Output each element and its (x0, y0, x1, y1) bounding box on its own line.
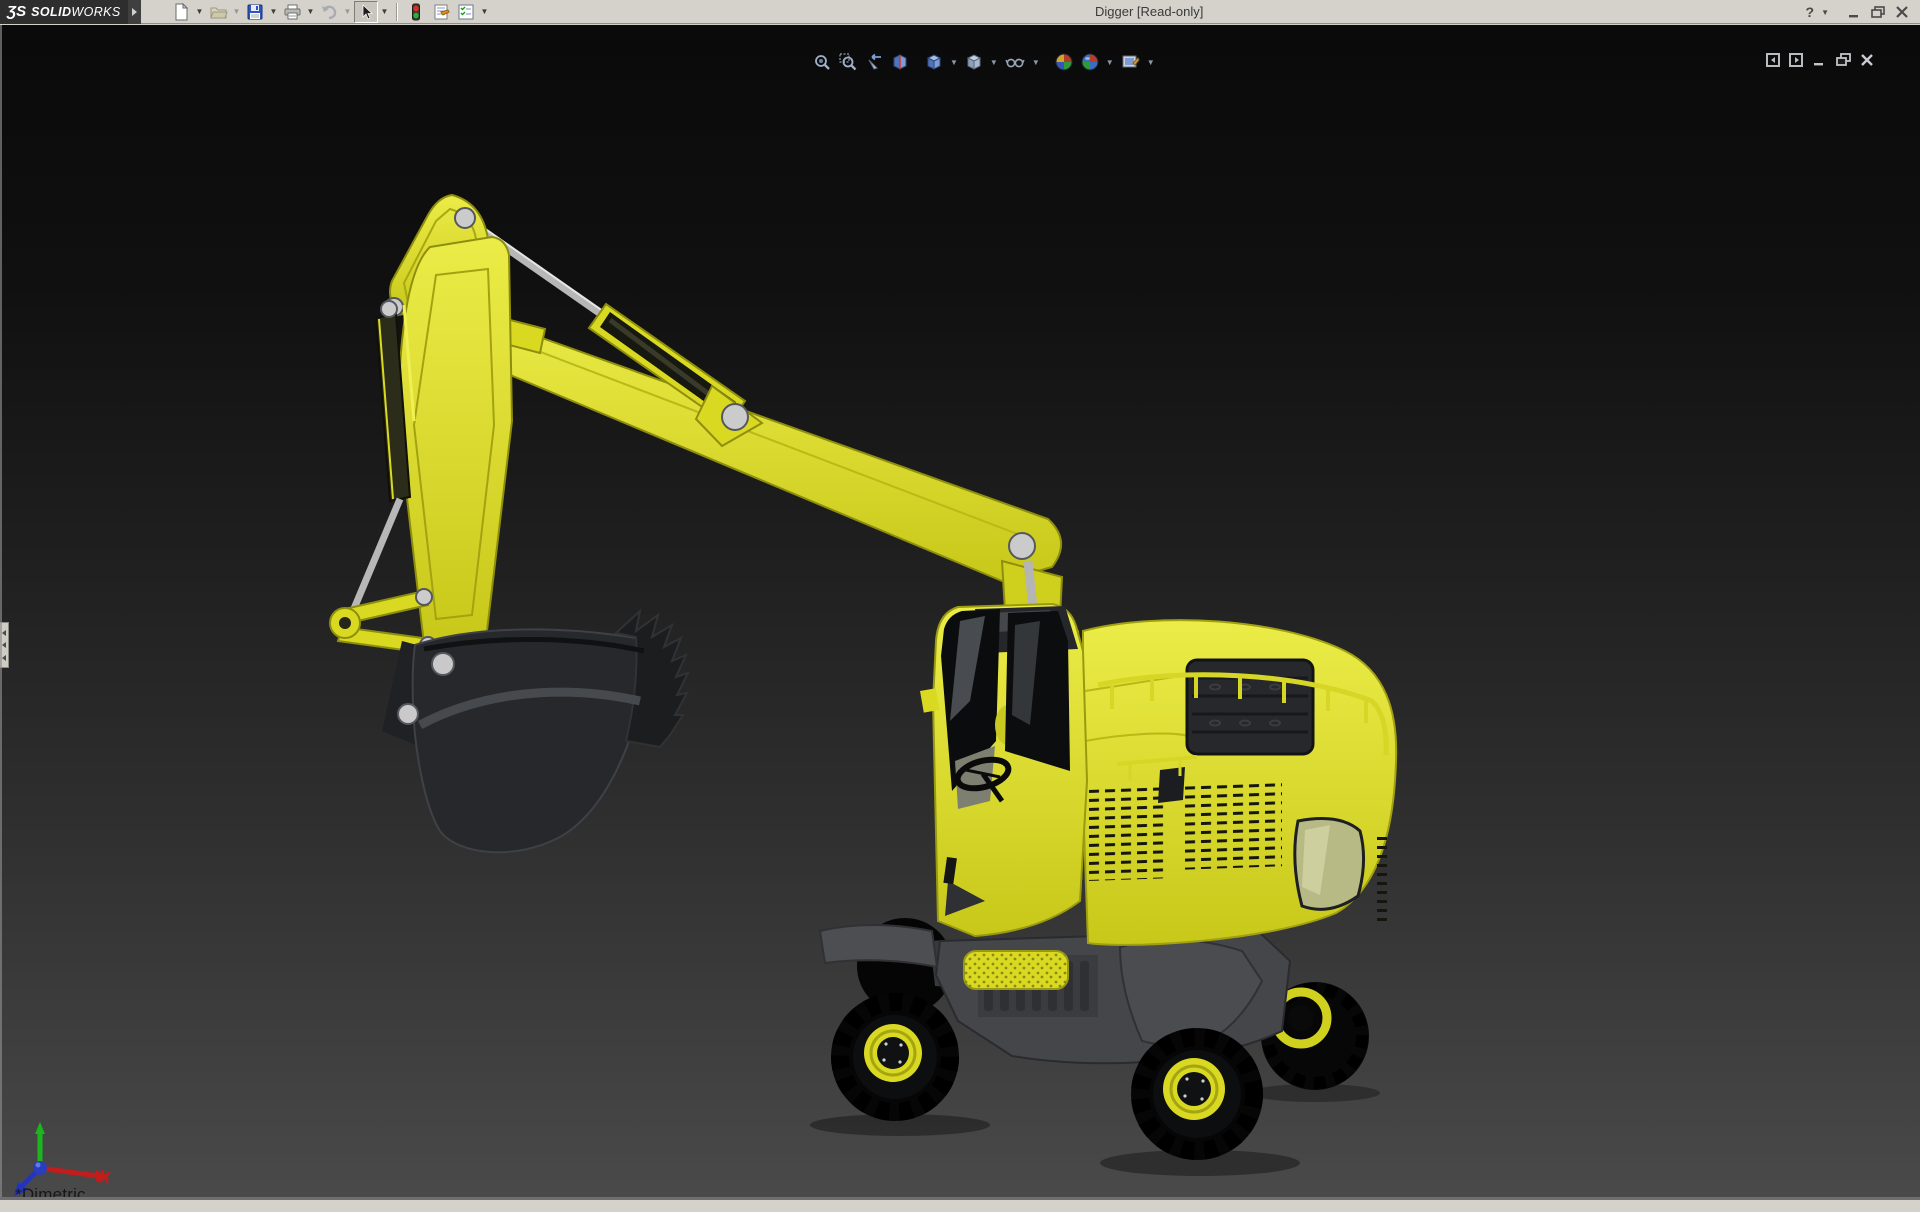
document-window-controls (1766, 53, 1875, 67)
save-button[interactable] (243, 1, 267, 23)
view-settings-button[interactable] (1118, 52, 1143, 72)
ds-logo-icon: ƷS (7, 3, 27, 20)
toolbar-separator (396, 2, 398, 21)
rear-left-wheel (1131, 1028, 1263, 1160)
section-view-button[interactable] (888, 52, 912, 72)
elbow-pin (1008, 532, 1036, 560)
document-title: Digger [Read-only] (1095, 4, 1204, 19)
options-button[interactable] (454, 1, 478, 23)
view-orientation-label: *Dimetric (15, 1185, 86, 1204)
zoom-to-area-button[interactable] (836, 52, 860, 72)
new-document-icon (175, 2, 189, 20)
view-orientation-cube-icon (926, 54, 942, 70)
glasses-icon (1005, 58, 1025, 68)
standard-toolbar: ▼ ▼ ▼ ▼ ▼ ▼ ▼ (169, 0, 490, 24)
new-document-dropdown[interactable]: ▼ (194, 1, 205, 23)
file-properties-icon (434, 4, 450, 19)
print-button[interactable] (280, 1, 304, 23)
open-document-dropdown[interactable]: ▼ (231, 1, 242, 23)
viewport-canvas[interactable]: ▼ ▼ ▼ ▼ ▼ *Dimetric (0, 25, 1920, 1204)
cab (920, 602, 1089, 938)
restore-button[interactable] (1869, 5, 1887, 19)
bucket-cylinder-rod (349, 497, 404, 613)
show-right-pane-button[interactable] (1789, 53, 1804, 67)
select-cursor-icon (362, 4, 374, 20)
solidworks-logo: ƷS SOLIDWORKS (0, 0, 128, 24)
menu-expand-arrow[interactable] (128, 0, 141, 24)
previous-view-icon (868, 53, 881, 70)
scene-sphere-icon (1081, 53, 1099, 71)
help-dropdown[interactable]: ▼ (1821, 8, 1829, 17)
restore-document-button[interactable] (1835, 53, 1852, 67)
solidworks-wordmark: SOLIDWORKS (31, 4, 121, 19)
zoom-to-fit-button[interactable] (810, 52, 834, 72)
heads-up-toolbar: ▼ ▼ ▼ ▼ ▼ (810, 52, 1157, 72)
section-view-icon (893, 54, 907, 70)
undo-arrow-icon (322, 5, 337, 19)
side-vent (1180, 778, 1282, 870)
previous-view-button[interactable] (862, 52, 886, 72)
display-style-button[interactable] (962, 52, 986, 72)
rear-vent (1376, 837, 1390, 927)
open-folder-icon (209, 7, 228, 18)
front-fender (818, 924, 939, 969)
view-settings-icon (1122, 55, 1140, 68)
window-controls: ? ▼ (1806, 0, 1910, 24)
left-arrow-icon (2, 629, 6, 636)
edit-appearance-button[interactable] (1052, 52, 1076, 72)
save-floppy-icon (247, 4, 263, 19)
select-dropdown[interactable]: ▼ (379, 1, 390, 23)
undo-button[interactable] (317, 1, 341, 23)
titlebar: ƷS SOLIDWORKS ▼ ▼ ▼ ▼ ▼ ▼ ▼ Digger [Read… (0, 0, 1920, 24)
viewport-left-border (0, 25, 2, 1200)
view-settings-dropdown[interactable]: ▼ (1145, 58, 1157, 67)
open-document-button[interactable] (206, 1, 230, 23)
apply-scene-dropdown[interactable]: ▼ (1104, 58, 1116, 67)
show-left-pane-button[interactable] (1766, 53, 1781, 67)
close-button[interactable] (1894, 5, 1910, 19)
hide-show-items-button[interactable] (1002, 52, 1028, 72)
view-orientation-button[interactable] (922, 52, 946, 72)
left-arrow-icon (2, 654, 6, 661)
minimize-document-button[interactable] (1812, 53, 1827, 67)
triad-x-axis (39, 1165, 99, 1179)
apply-scene-button[interactable] (1078, 52, 1102, 72)
bucket-pin (431, 652, 455, 676)
undo-dropdown[interactable]: ▼ (342, 1, 353, 23)
display-style-cube-icon (966, 54, 982, 70)
zoom-to-area-icon (839, 53, 857, 71)
select-button[interactable] (354, 0, 378, 23)
help-button[interactable]: ? (1806, 4, 1815, 20)
display-style-dropdown[interactable]: ▼ (988, 58, 1000, 67)
right-arrow-icon (132, 7, 137, 16)
options-dropdown[interactable]: ▼ (479, 1, 490, 23)
print-dropdown[interactable]: ▼ (305, 1, 316, 23)
appearance-sphere-icon (1055, 53, 1073, 71)
cylinder-pin (721, 403, 749, 431)
rebuild-button[interactable] (404, 1, 428, 23)
options-checklist-icon (458, 4, 474, 19)
rebuild-trafficlight-icon (412, 3, 420, 20)
excavator-model (329, 193, 1398, 1176)
bucket-pin (397, 703, 419, 725)
file-properties-button[interactable] (429, 1, 453, 23)
save-dropdown[interactable]: ▼ (268, 1, 279, 23)
view-orientation-dropdown[interactable]: ▼ (948, 58, 960, 67)
zoom-to-fit-icon (815, 55, 830, 70)
close-document-button[interactable] (1860, 53, 1875, 67)
hide-show-items-dropdown[interactable]: ▼ (1030, 58, 1042, 67)
left-arrow-icon (2, 642, 6, 648)
printer-icon (284, 4, 300, 19)
minimize-button[interactable] (1846, 5, 1862, 19)
new-document-button[interactable] (169, 1, 193, 23)
excavator-body (1070, 619, 1398, 946)
apex-pin (454, 207, 476, 229)
front-left-wheel (831, 993, 959, 1121)
